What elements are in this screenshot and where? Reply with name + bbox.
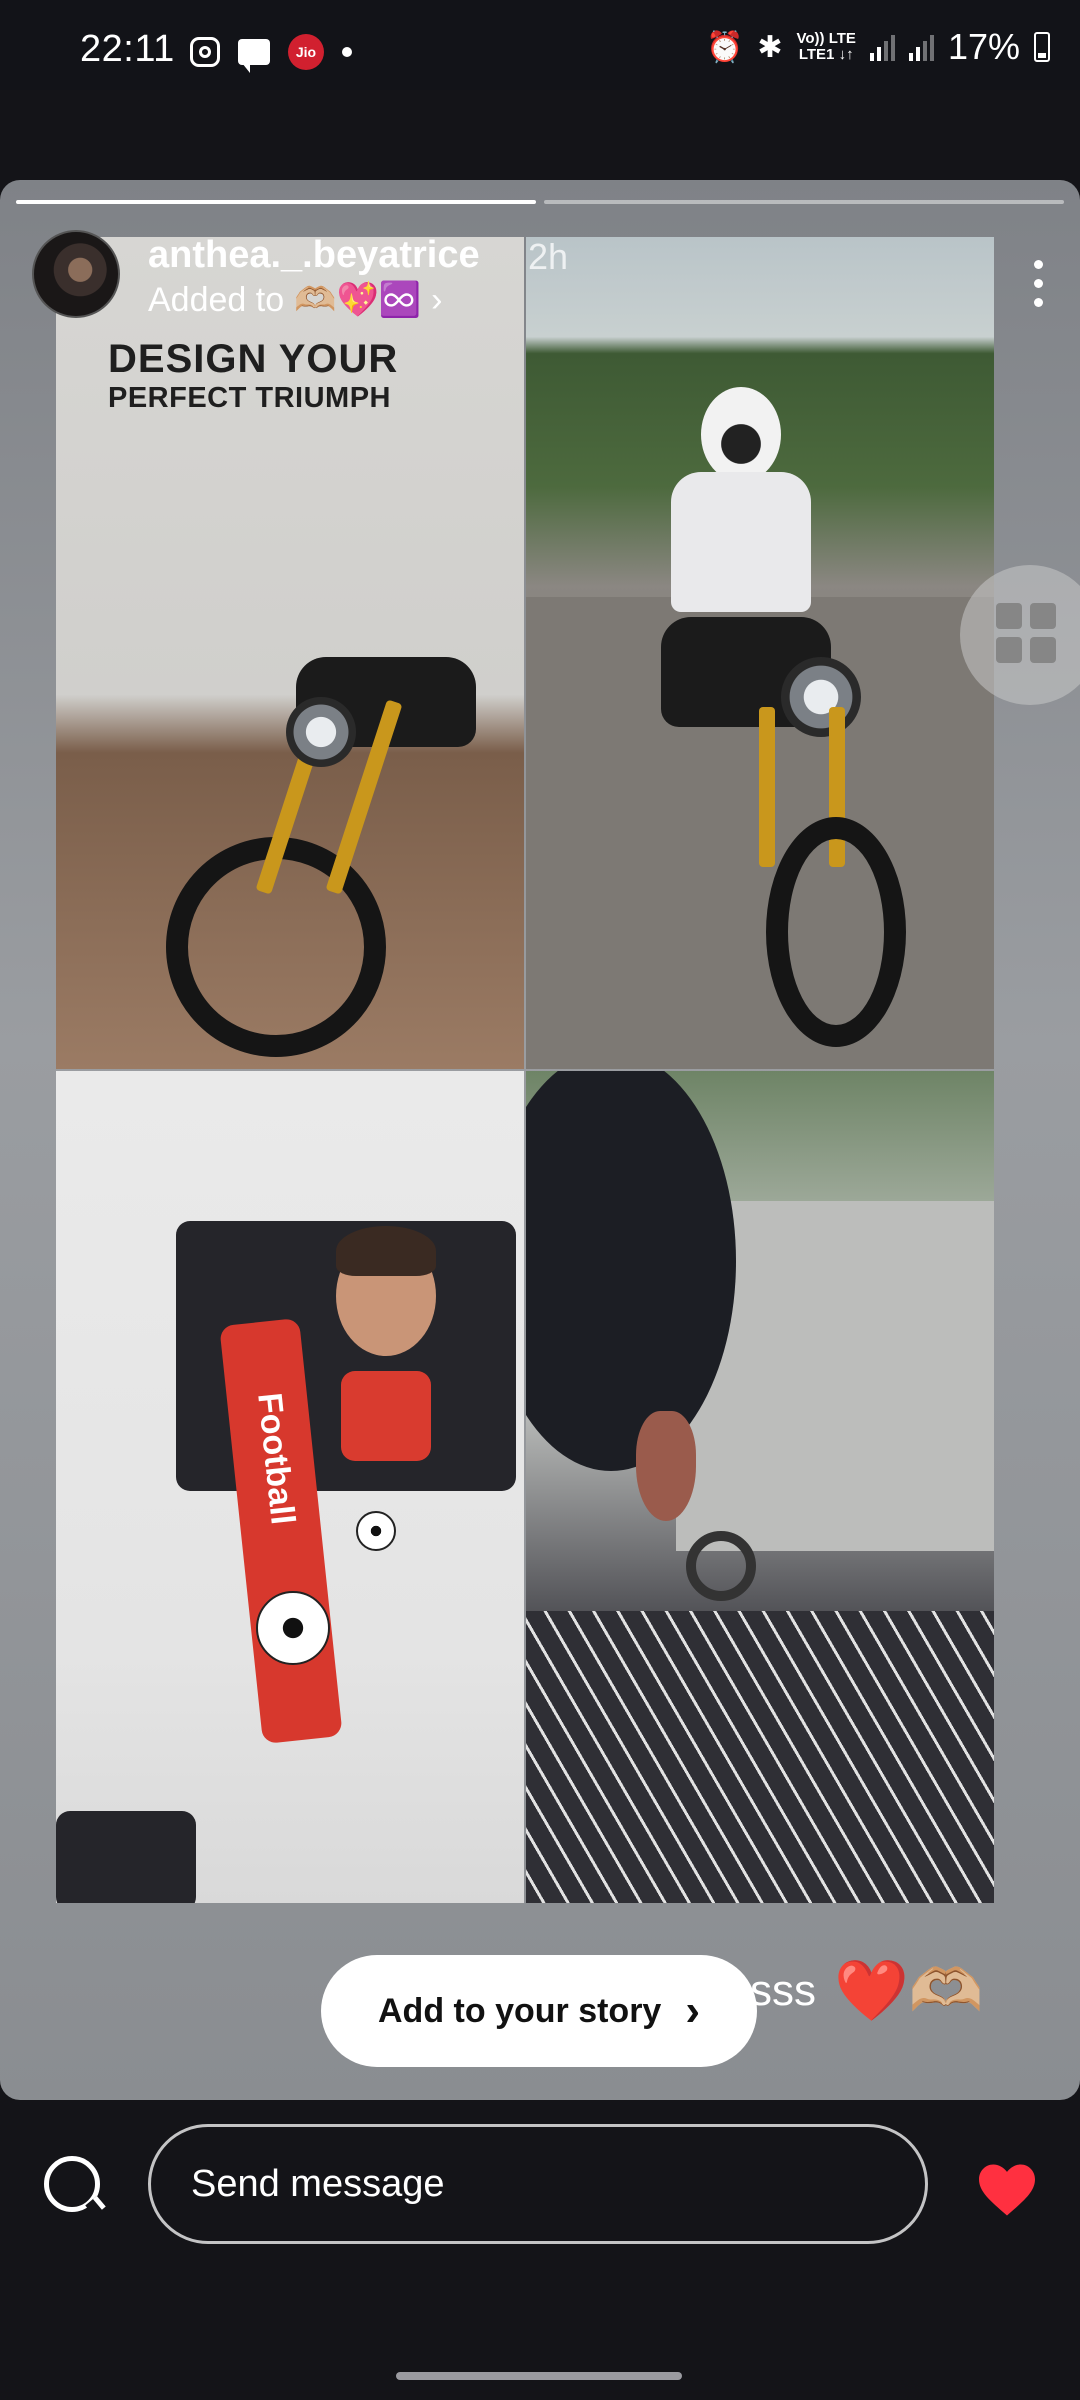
photo-bike-showroom: DESIGN YOUR PERFECT TRIUMPH xyxy=(56,237,524,1069)
instagram-icon xyxy=(190,37,220,67)
grid-icon xyxy=(1030,637,1056,663)
highlight-emojis: 🫶🏼💖♾️ xyxy=(294,281,422,319)
figure-hair xyxy=(336,1226,436,1276)
signal-2-icon xyxy=(908,33,934,61)
status-bar: 22:11 Jio ⏰ ✱ Vo)) LTE LTE1 ↓↑ 17% xyxy=(0,0,1080,90)
clock: 22:11 xyxy=(80,28,175,70)
story-collage: DESIGN YOUR PERFECT TRIUMPH Football xyxy=(56,237,994,1905)
system-icons: ⏰ ✱ Vo)) LTE LTE1 ↓↑ 17% xyxy=(706,26,1050,68)
bike-fork xyxy=(759,707,775,867)
rider-helmet xyxy=(701,387,781,482)
bluetooth-icon: ✱ xyxy=(757,30,783,64)
grid-icon xyxy=(996,637,1022,663)
added-to-highlight-link[interactable]: Added to 🫶🏼💖♾️ › xyxy=(148,280,442,320)
story-viewer[interactable]: DESIGN YOUR PERFECT TRIUMPH Football ant… xyxy=(0,180,1080,2100)
photo-riding-pov xyxy=(526,1071,994,1903)
avatar[interactable] xyxy=(32,230,120,318)
time-ago: 2h xyxy=(528,236,569,277)
figure-body xyxy=(341,1371,431,1461)
mini-football xyxy=(356,1511,396,1551)
battery-percent: 17% xyxy=(947,26,1020,67)
photo-rider-on-bike xyxy=(526,237,994,1069)
photo-keychain: Football xyxy=(56,1071,524,1903)
jio-icon: Jio xyxy=(288,34,324,70)
chevron-right-icon: › xyxy=(431,280,443,319)
add-to-your-story-button[interactable]: Add to your story › xyxy=(321,1955,757,2067)
grid-icon xyxy=(1030,603,1056,629)
caption-emojis: ❤️🫶🏼 xyxy=(834,1957,984,2024)
search-icon[interactable] xyxy=(44,2156,100,2212)
speedometer xyxy=(686,1531,756,1601)
battery-icon xyxy=(1034,32,1050,62)
message-icon xyxy=(238,39,270,73)
rider-shirt xyxy=(526,1611,994,1903)
notification-icons: Jio xyxy=(190,34,352,73)
username[interactable]: anthea._.beyatrice xyxy=(148,234,480,277)
added-to-label: Added to xyxy=(148,280,285,319)
progress-segment-1 xyxy=(16,200,536,204)
caption-text: sss xyxy=(750,1965,816,2015)
send-message-input[interactable] xyxy=(148,2124,928,2244)
signal-1-icon xyxy=(869,33,895,61)
more-options-icon[interactable] xyxy=(1033,260,1043,307)
bike-headlamp xyxy=(286,697,356,767)
progress-segment-2 xyxy=(544,200,1064,204)
chevron-right-icon: › xyxy=(685,1986,700,2035)
add-to-story-label: Add to your story xyxy=(378,1991,662,2030)
poster-text: DESIGN YOUR PERFECT TRIUMPH xyxy=(108,337,399,414)
bike-wheel xyxy=(766,817,906,1047)
heart-icon[interactable] xyxy=(976,2162,1038,2218)
more-notifications-dot-icon xyxy=(342,47,352,57)
alarm-icon: ⏰ xyxy=(706,30,744,64)
home-indicator[interactable] xyxy=(396,2372,682,2380)
story-caption: sss ❤️🫶🏼 xyxy=(750,1955,983,2026)
bike-headlamp xyxy=(781,657,861,737)
network-label: Vo)) LTE LTE1 ↓↑ xyxy=(796,30,856,63)
reply-bar xyxy=(0,2100,1080,2400)
grid-icon xyxy=(996,603,1022,629)
rider-ear xyxy=(636,1411,696,1521)
phone xyxy=(56,1811,196,1903)
story-header: anthea._.beyatrice 2h Added to 🫶🏼💖♾️ › xyxy=(32,230,1052,320)
football xyxy=(256,1591,330,1665)
story-progress xyxy=(16,200,1064,204)
rider-shirt xyxy=(671,472,811,612)
